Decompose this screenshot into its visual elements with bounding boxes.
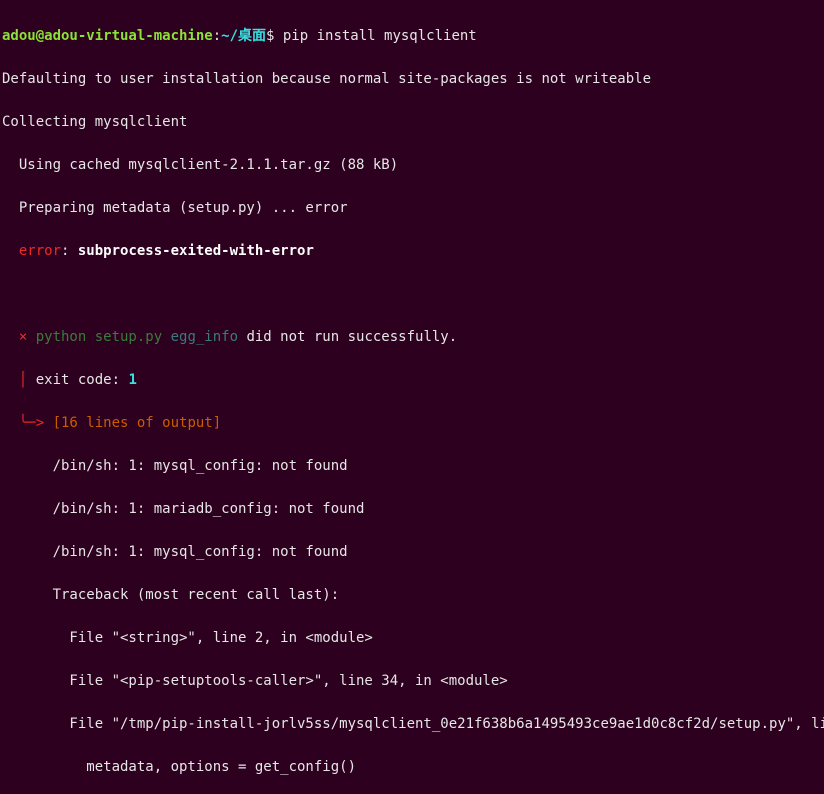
traceback-line: metadata, options = get_config() [2,757,822,779]
error-pad [2,243,19,259]
traceback-line: Traceback (most recent call last): [2,585,822,607]
prompt-sep: : [213,28,221,44]
traceback-line: File "/tmp/pip-install-jorlv5ss/mysqlcli… [2,714,822,736]
error-label: error [19,243,61,259]
exit-line: │ exit code: 1 [2,370,822,392]
output-line: Defaulting to user installation because … [2,69,822,91]
colon: : [61,243,78,259]
command-input[interactable]: pip install mysqlclient [283,28,477,44]
exit-label: exit code: [36,372,129,388]
output-header-line: ╰─> [16 lines of output] [2,413,822,435]
exit-code: 1 [128,372,136,388]
lines-of-output-label: [16 lines of output] [53,415,222,431]
traceback-line: File "<string>", line 2, in <module> [2,628,822,650]
error-line: error: subprocess-exited-with-error [2,241,822,263]
traceback-line: File "<pip-setuptools-caller>", line 34,… [2,671,822,693]
output-line: Using cached mysqlclient-2.1.1.tar.gz (8… [2,155,822,177]
fail-rest: did not run successfully. [238,329,457,345]
prompt-user: adou@adou-virtual-machine [2,28,213,44]
blank-line [2,284,822,306]
python-setup: python setup.py [36,329,162,345]
traceback-line: /bin/sh: 1: mariadb_config: not found [2,499,822,521]
tree-arrow-icon: ╰─> [2,415,53,431]
x-icon: × [2,329,36,345]
prompt-dollar: $ [266,28,283,44]
tree-v-icon: │ [2,372,36,388]
terminal-window[interactable]: adou@adou-virtual-machine:~/桌面$ pip inst… [0,0,824,794]
fail-line: × python setup.py egg_info did not run s… [2,327,822,349]
prompt-line[interactable]: adou@adou-virtual-machine:~/桌面$ pip inst… [2,26,822,48]
error-msg: subprocess-exited-with-error [78,243,314,259]
traceback-line: /bin/sh: 1: mysql_config: not found [2,542,822,564]
output-line: Preparing metadata (setup.py) ... error [2,198,822,220]
traceback-line: /bin/sh: 1: mysql_config: not found [2,456,822,478]
prompt-path: ~/桌面 [221,28,266,44]
egg-info: egg_info [162,329,238,345]
output-line: Collecting mysqlclient [2,112,822,134]
